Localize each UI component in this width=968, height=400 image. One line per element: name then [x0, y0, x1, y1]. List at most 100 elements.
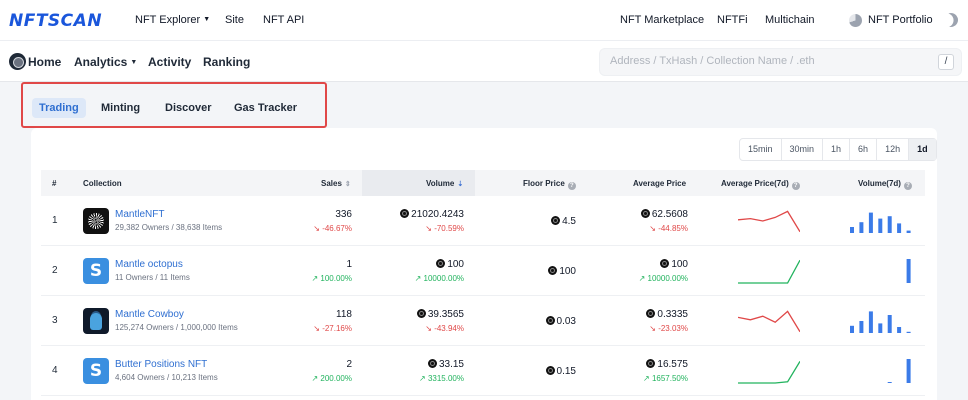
tab-trading[interactable]: Trading [32, 98, 86, 118]
row-rank: 3 [52, 315, 58, 326]
collection-avatar[interactable]: S [83, 258, 109, 284]
chevron-down-icon: ▼ [203, 16, 211, 23]
header-volume-7d: Volume(7d)? [858, 179, 912, 190]
timeframe-30min[interactable]: 30min [782, 139, 824, 160]
info-icon[interactable]: ? [567, 182, 576, 190]
sort-icon: ⇕ [344, 181, 351, 188]
average-price-change: ↘ -44.85% [649, 224, 688, 233]
collection-owners-items: 125,274 Owners / 1,000,000 Items [115, 323, 238, 332]
table-row[interactable]: 1 MantleNFT 29,382 Owners / 38,638 Items… [41, 196, 925, 246]
mnt-coin-icon [551, 216, 561, 225]
timeframe-6h[interactable]: 6h [850, 139, 878, 160]
portfolio-icon[interactable] [849, 14, 862, 27]
volume-bar [850, 227, 854, 233]
header-sales[interactable]: Sales ⇕ [321, 179, 351, 188]
avg-price-7d-sparkline [738, 361, 800, 384]
nav-ranking[interactable]: Ranking [203, 55, 250, 69]
collection-owners-items: 29,382 Owners / 38,638 Items [115, 223, 223, 232]
sales-change: ↗ 100.00% [311, 274, 352, 283]
sales-change: ↘ -27.16% [313, 324, 352, 333]
collection-name-link[interactable]: MantleNFT [115, 209, 164, 220]
nftscan-logo[interactable]: NFTSCAN [9, 11, 102, 31]
collection-name-link[interactable]: Mantle Cowboy [115, 309, 184, 320]
info-icon[interactable]: ? [903, 182, 912, 190]
volume-value: 100 [436, 259, 464, 270]
moon-icon[interactable] [941, 10, 960, 29]
avg-number: 0.3335 [657, 309, 688, 320]
mnt-coin-icon [640, 209, 650, 218]
timeframe-1d[interactable]: 1d [909, 139, 936, 160]
tab-minting[interactable]: Minting [101, 98, 140, 118]
header-collection: Collection [83, 179, 122, 188]
sales-value: 1 [346, 259, 352, 270]
collection-avatar[interactable] [83, 208, 109, 234]
floor-number: 0.15 [556, 366, 576, 377]
volume-bar [859, 321, 864, 333]
search-box[interactable]: / [599, 48, 962, 76]
nav-nftfi[interactable]: NFTFi [717, 14, 748, 26]
sales-value: 2 [346, 359, 352, 370]
nav-nft-explorer[interactable]: NFT Explorer ▼ [135, 14, 210, 26]
volume-change: ↘ -70.59% [425, 224, 464, 233]
volume-7d-bar-chart [887, 359, 911, 383]
volume-bar [850, 325, 854, 333]
nav-analytics[interactable]: Analytics ▼ [74, 55, 137, 69]
nav-nft-explorer-label: NFT Explorer [135, 14, 201, 26]
nav-site[interactable]: Site [225, 14, 244, 26]
nav-activity[interactable]: Activity [148, 55, 191, 69]
nav-nft-api[interactable]: NFT API [263, 14, 304, 26]
nav-home[interactable]: Home [28, 55, 61, 69]
mnt-coin-icon [646, 359, 656, 368]
floor-price-value: 4.5 [551, 216, 576, 227]
mnt-coin-icon [545, 316, 555, 325]
tab-discover[interactable]: Discover [165, 98, 211, 118]
volume-bar [868, 311, 873, 333]
volume-bar [887, 216, 892, 233]
volume-change: ↗ 3315.00% [419, 374, 464, 383]
average-price-value: 16.575 [646, 359, 688, 370]
timeframe-12h[interactable]: 12h [877, 139, 910, 160]
volume-change: ↗ 10000.00% [414, 274, 464, 283]
avg-price-7d-sparkline [738, 310, 800, 333]
header-average-price: Average Price [633, 179, 687, 188]
collection-owners-items: 11 Owners / 11 Items [115, 273, 190, 282]
secondary-nav-bar: Home Analytics▼ Activity Ranking / [0, 41, 968, 82]
nav-analytics-label: Analytics [74, 55, 128, 69]
avg-number: 16.575 [657, 359, 688, 370]
search-input[interactable] [610, 55, 930, 67]
table-row[interactable]: 4 S Butter Positions NFT 4,604 Owners / … [41, 346, 925, 396]
sparkline-path [738, 361, 800, 384]
sales-value: 118 [336, 309, 352, 320]
volume-number: 39.3565 [427, 309, 464, 320]
header-sales-label: Sales [321, 179, 342, 188]
volume-value: 21020.4243 [400, 209, 464, 220]
collection-avatar[interactable]: S [83, 358, 109, 384]
mnt-coin-icon [646, 309, 656, 318]
timeframe-1h[interactable]: 1h [823, 139, 851, 160]
table-row[interactable]: 2 S Mantle octopus 11 Owners / 11 Items … [41, 246, 925, 296]
collection-name-link[interactable]: Mantle octopus [115, 259, 183, 270]
timeframe-15min[interactable]: 15min [740, 139, 782, 160]
table-row[interactable]: 3 Mantle Cowboy 125,274 Owners / 1,000,0… [41, 296, 925, 346]
collection-avatar[interactable] [83, 308, 109, 334]
floor-number: 4.5 [562, 216, 576, 227]
nav-nft-marketplace[interactable]: NFT Marketplace [620, 14, 704, 26]
header-volume-label: Volume [426, 179, 455, 188]
collection-name-link[interactable]: Butter Positions NFT [115, 359, 207, 370]
volume-bar [887, 315, 892, 333]
volume-bar [906, 259, 911, 283]
home-icon[interactable] [9, 53, 26, 70]
nav-nft-portfolio[interactable]: NFT Portfolio [868, 14, 933, 26]
header-volume[interactable]: Volume ⇣ [426, 179, 463, 188]
row-rank: 2 [52, 265, 58, 276]
sales-change: ↗ 200.00% [311, 374, 352, 383]
tab-gas-tracker[interactable]: Gas Tracker [234, 98, 297, 118]
floor-number: 100 [559, 266, 576, 277]
trading-card: 15min 30min 1h 6h 12h 1d # Collection Sa… [31, 128, 937, 400]
info-icon[interactable]: ? [791, 182, 800, 190]
sales-value: 336 [335, 209, 352, 220]
header-floor-price[interactable]: Floor Price? [523, 179, 576, 190]
nav-multichain[interactable]: Multichain [765, 14, 815, 26]
volume-bar [878, 323, 883, 333]
volume-bar [878, 218, 883, 233]
